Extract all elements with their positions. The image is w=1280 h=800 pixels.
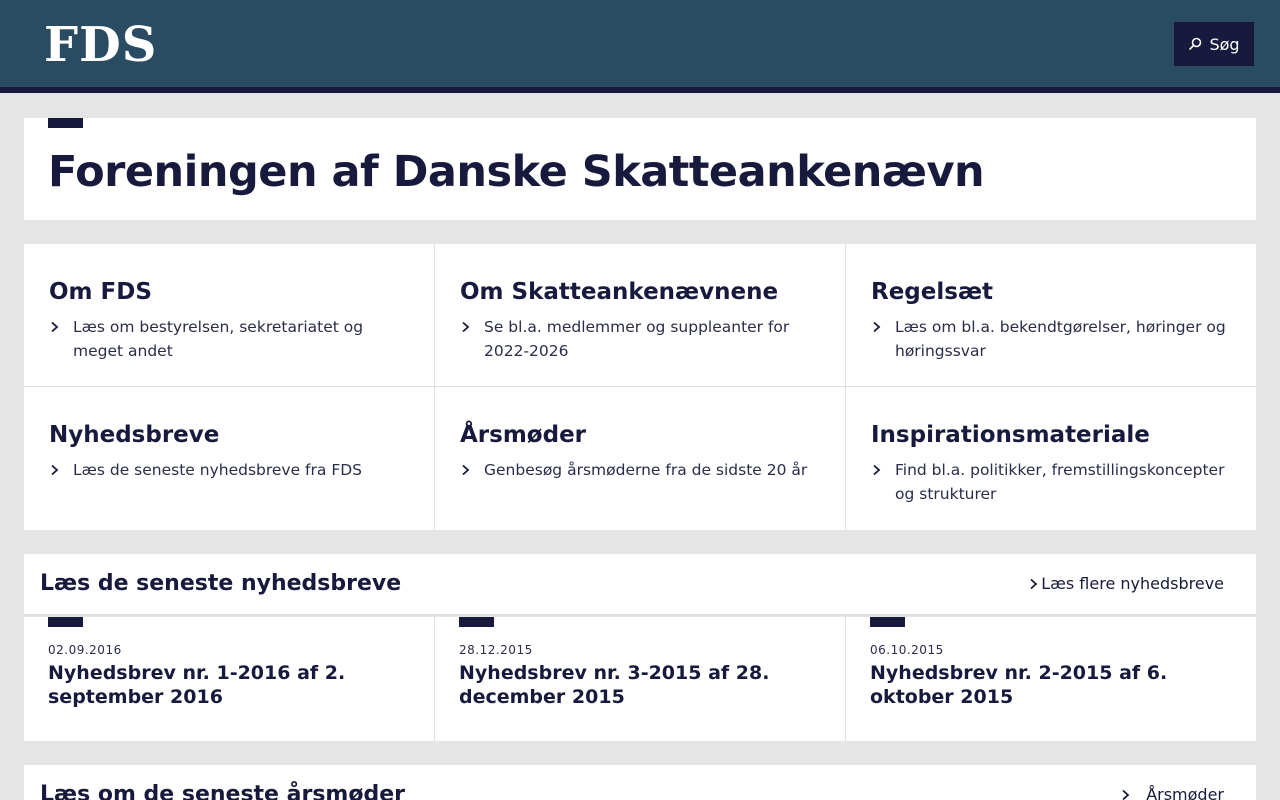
- site-logo[interactable]: FDS: [44, 18, 157, 72]
- section-title: Om Skatteankenævnene: [460, 279, 779, 305]
- newsletter-title[interactable]: Nyhedsbrev nr. 3-2015 af 28. december 20…: [459, 661, 809, 709]
- section-regelsaet[interactable]: Regelsæt Læs om bl.a. bekendtgørelser, h…: [846, 244, 1256, 387]
- more-newsletters-link[interactable]: Læs flere nyhedsbreve: [1041, 573, 1224, 595]
- section-description: Læs om bl.a. bekendtgørelser, høringer o…: [895, 318, 1226, 360]
- newsletters-header: Læs de seneste nyhedsbreve Læs flere nyh…: [24, 554, 1256, 616]
- section-description: Genbesøg årsmøderne fra de sidste 20 år: [484, 461, 808, 479]
- newsletter-accent-bar: [870, 617, 905, 627]
- section-description: Find bl.a. politikker, fremstillingskonc…: [895, 461, 1225, 503]
- search-button[interactable]: Søg: [1174, 22, 1254, 66]
- section-title: Regelsæt: [871, 279, 994, 305]
- newsletter-title[interactable]: Nyhedsbrev nr. 2-2015 af 6. oktober 2015: [870, 661, 1220, 709]
- newsletter-item[interactable]: 28.12.2015 Nyhedsbrev nr. 3-2015 af 28. …: [435, 617, 845, 741]
- search-label: Søg: [1209, 34, 1240, 54]
- section-nyhedsbreve[interactable]: Nyhedsbreve Læs de seneste nyhedsbreve f…: [24, 387, 435, 530]
- search-icon: [1188, 37, 1202, 51]
- section-title: Nyhedsbreve: [49, 422, 220, 448]
- section-description: Se bl.a. medlemmer og suppleanter for 20…: [484, 318, 790, 360]
- section-om-skatteankenaevnene[interactable]: Om Skatteankenævnene Se bl.a. medlemmer …: [435, 244, 846, 387]
- newsletters-heading: Læs de seneste nyhedsbreve: [40, 571, 402, 596]
- newsletter-item[interactable]: 02.09.2016 Nyhedsbrev nr. 1-2016 af 2. s…: [24, 617, 434, 741]
- page-title: Foreningen af Danske Skatteankenævn: [48, 147, 985, 197]
- section-inspirationsmateriale[interactable]: Inspirationsmateriale Find bl.a. politik…: [846, 387, 1256, 530]
- chevron-right-icon: [1030, 578, 1038, 590]
- title-card: Foreningen af Danske Skatteankenævn: [24, 118, 1256, 220]
- meetings-link[interactable]: Årsmøder: [1146, 784, 1224, 800]
- chevron-right-icon: [462, 321, 470, 333]
- newsletter-accent-bar: [459, 617, 494, 627]
- section-aarsmoeder[interactable]: Årsmøder Genbesøg årsmøderne fra de sids…: [435, 387, 846, 530]
- section-title: Årsmøder: [460, 422, 587, 448]
- header-divider: [0, 87, 1280, 93]
- newsletter-list: 02.09.2016 Nyhedsbrev nr. 1-2016 af 2. s…: [24, 617, 1256, 741]
- site-header: FDS Søg: [0, 0, 1280, 87]
- section-description: Læs de seneste nyhedsbreve fra FDS: [73, 461, 363, 479]
- newsletter-date: 02.09.2016: [48, 643, 122, 657]
- title-accent-bar: [48, 118, 83, 128]
- meetings-heading: Læs om de seneste årsmøder: [40, 782, 405, 800]
- section-grid: Om FDS Læs om bestyrelsen, sekretariatet…: [24, 244, 1256, 530]
- section-description: Læs om bestyrelsen, sekretariatet og meg…: [73, 318, 364, 360]
- newsletter-date: 28.12.2015: [459, 643, 533, 657]
- section-title: Inspirationsmateriale: [871, 422, 1150, 448]
- newsletter-title[interactable]: Nyhedsbrev nr. 1-2016 af 2. september 20…: [48, 661, 398, 709]
- chevron-right-icon: [1122, 789, 1130, 800]
- section-title: Om FDS: [49, 279, 152, 305]
- chevron-right-icon: [462, 464, 470, 476]
- chevron-right-icon: [51, 464, 59, 476]
- chevron-right-icon: [873, 464, 881, 476]
- chevron-right-icon: [51, 321, 59, 333]
- newsletter-accent-bar: [48, 617, 83, 627]
- chevron-right-icon: [873, 321, 881, 333]
- newsletter-item[interactable]: 06.10.2015 Nyhedsbrev nr. 2-2015 af 6. o…: [846, 617, 1256, 741]
- meetings-header: Læs om de seneste årsmøder Årsmøder: [24, 765, 1256, 800]
- newsletter-date: 06.10.2015: [870, 643, 944, 657]
- section-om-fds[interactable]: Om FDS Læs om bestyrelsen, sekretariatet…: [24, 244, 435, 387]
